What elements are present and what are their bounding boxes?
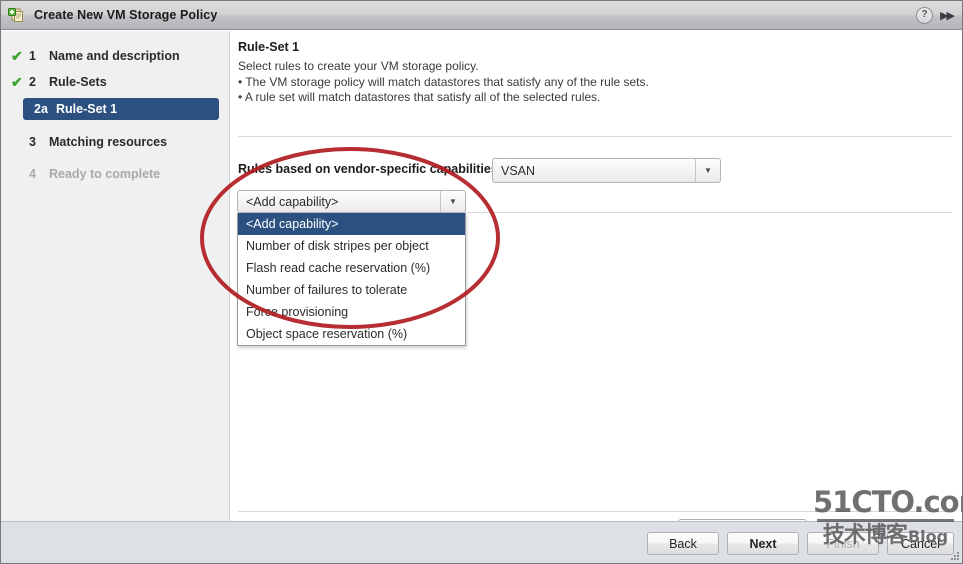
wizard-footer: Back Next Finish Cancel	[1, 521, 962, 563]
sidebar-item-rule-set-1[interactable]: 2a Rule-Set 1	[23, 98, 219, 120]
step-label: Name and description	[49, 49, 180, 63]
collapse-chevron-icon[interactable]: ▶▶	[940, 9, 955, 22]
divider-top	[238, 136, 952, 137]
help-icon[interactable]: ?	[916, 7, 933, 24]
chevron-down-icon: ▼	[695, 159, 720, 182]
step-number: 2a	[34, 102, 51, 116]
check-icon: ✔	[11, 75, 27, 89]
vendor-capabilities-label: Rules based on vendor-specific capabilit…	[238, 162, 498, 176]
step-label: Matching resources	[49, 135, 167, 149]
dropdown-option-flash-read-cache-reservation[interactable]: Flash read cache reservation (%)	[238, 257, 465, 279]
dropdown-option-number-of-disk-stripes-per-object[interactable]: Number of disk stripes per object	[238, 235, 465, 257]
dropdown-option-object-space-reservation[interactable]: Object space reservation (%)	[238, 323, 465, 345]
add-capability-select-value: <Add capability>	[238, 195, 440, 209]
divider-bottom	[238, 511, 952, 512]
sidebar-item-ready-to-complete: 4 Ready to complete	[1, 161, 229, 187]
new-policy-icon	[8, 6, 26, 24]
check-icon: ✔	[11, 49, 27, 63]
sidebar-item-rule-sets[interactable]: ✔ 2 Rule-Sets	[1, 69, 229, 95]
finish-button: Finish	[807, 532, 879, 555]
step-number: 3	[29, 135, 44, 149]
capability-dropdown-list[interactable]: <Add capability> Number of disk stripes …	[237, 213, 466, 346]
sidebar-item-name-and-description[interactable]: ✔ 1 Name and description	[1, 43, 229, 69]
wizard-step-sidebar: ✔ 1 Name and description ✔ 2 Rule-Sets 2…	[1, 31, 230, 521]
step-number: 1	[29, 49, 44, 63]
back-button[interactable]: Back	[647, 532, 719, 555]
chevron-down-icon: ▼	[440, 191, 465, 212]
page-title: Rule-Set 1	[238, 40, 299, 54]
step-number: 2	[29, 75, 44, 89]
window-title: Create New VM Storage Policy	[34, 8, 217, 22]
create-vm-storage-policy-wizard: Create New VM Storage Policy ? ▶▶ ✔ 1 Na…	[0, 0, 963, 564]
vendor-select-value: VSAN	[493, 164, 695, 178]
dropdown-option-force-provisioning[interactable]: Force provisioning	[238, 301, 465, 323]
next-button[interactable]: Next	[727, 532, 799, 555]
description-line: Select rules to create your VM storage p…	[238, 59, 649, 75]
sidebar-item-matching-resources[interactable]: 3 Matching resources	[1, 129, 229, 155]
vendor-select[interactable]: VSAN ▼	[492, 158, 721, 183]
step-label: Ready to complete	[49, 167, 160, 181]
main-content: Rule-Set 1 Select rules to create your V…	[231, 31, 962, 521]
window-titlebar: Create New VM Storage Policy ? ▶▶	[1, 1, 962, 30]
dropdown-option-add-capability[interactable]: <Add capability>	[238, 213, 465, 235]
titlebar-actions: ? ▶▶	[916, 7, 962, 24]
step-label: Rule-Sets	[49, 75, 107, 89]
resize-grip-icon[interactable]	[949, 550, 960, 561]
dropdown-option-number-of-failures-to-tolerate[interactable]: Number of failures to tolerate	[238, 279, 465, 301]
add-capability-select[interactable]: <Add capability> ▼	[237, 190, 466, 213]
cancel-button[interactable]: Cancel	[887, 532, 954, 555]
page-description: Select rules to create your VM storage p…	[238, 59, 649, 106]
step-number: 4	[29, 167, 44, 181]
description-line: • A rule set will match datastores that …	[238, 90, 649, 106]
description-line: • The VM storage policy will match datas…	[238, 75, 649, 91]
step-label: Rule-Set 1	[56, 102, 117, 116]
